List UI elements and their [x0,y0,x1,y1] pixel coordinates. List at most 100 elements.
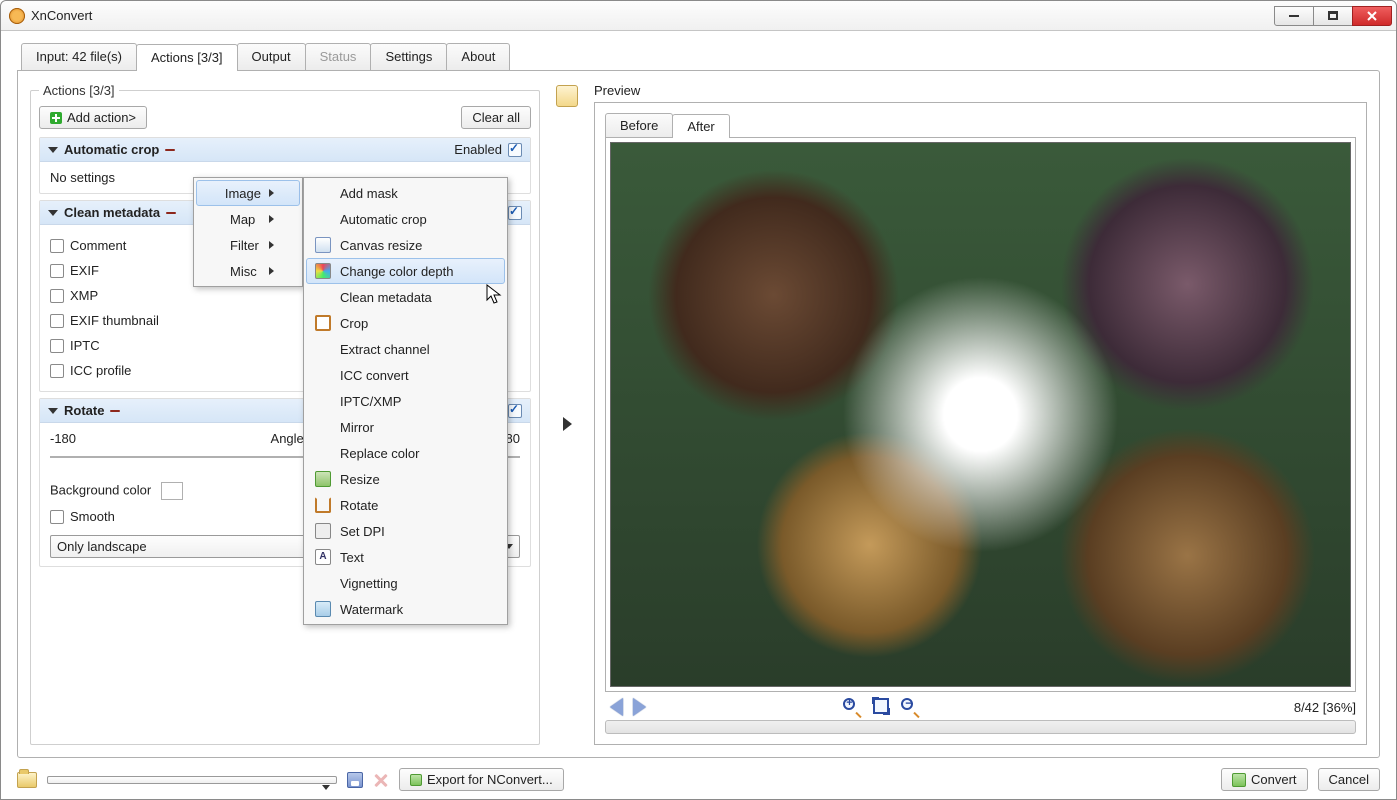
submenu-arrow-icon [269,215,274,223]
menu-filter[interactable]: Filter [196,232,300,258]
center-column [552,83,582,745]
watermark-icon [315,601,331,617]
save-preset-icon[interactable] [347,772,363,788]
menu-image[interactable]: Image [196,180,300,206]
preview-tabstrip: Before After [605,113,1356,137]
menu-resize[interactable]: Resize [306,466,505,492]
tab-status[interactable]: Status [305,43,372,70]
menu-misc[interactable]: Misc [196,258,300,284]
checkbox-icon [50,314,64,328]
menu-automatic-crop[interactable]: Automatic crop [306,206,505,232]
angle-label: Angle [271,431,304,446]
preview-scrollbar[interactable] [605,720,1356,734]
menu-add-mask[interactable]: Add mask [306,180,505,206]
tab-before[interactable]: Before [605,113,673,137]
preview-status: 8/42 [36%] [1294,700,1356,715]
menu-extract-channel[interactable]: Extract channel [306,336,505,362]
preview-toolbar: 8/42 [36%] [605,692,1356,716]
remove-action-icon[interactable] [165,149,175,151]
open-preset-icon[interactable] [17,772,37,788]
checkbox-icon [50,510,64,524]
image-preview-icon[interactable] [556,85,578,107]
remove-action-icon[interactable] [166,212,176,214]
checkbox-icon [50,289,64,303]
minimize-button[interactable] [1274,6,1314,26]
menu-rotate[interactable]: Rotate [306,492,505,518]
maximize-button[interactable] [1313,6,1353,26]
image-submenu: Add mask Automatic crop Canvas resize Ch… [303,177,508,625]
menu-text[interactable]: Text [306,544,505,570]
bg-color-label: Background color [50,482,151,497]
convert-button[interactable]: Convert [1221,768,1308,791]
checkbox-icon [50,339,64,353]
panel-title: Rotate [64,403,104,418]
menu-vignetting[interactable]: Vignetting [306,570,505,596]
apply-arrow-icon[interactable] [563,417,572,431]
zoom-out-button[interactable] [901,698,919,716]
dpi-icon [315,523,331,539]
chevron-down-icon [48,210,58,216]
actions-legend: Actions [3/3] [39,83,119,98]
bottom-bar: Export for NConvert... Convert Cancel [17,758,1380,791]
tab-actions[interactable]: Actions [3/3] [136,44,238,71]
add-action-label: Add action> [67,110,136,125]
menu-clean-metadata[interactable]: Clean metadata [306,284,505,310]
submenu-arrow-icon [269,241,274,249]
menu-crop[interactable]: Crop [306,310,505,336]
panel-title: Clean metadata [64,205,160,220]
remove-action-icon[interactable] [110,410,120,412]
convert-icon [1232,773,1246,787]
menu-mirror[interactable]: Mirror [306,414,505,440]
tab-content: Actions [3/3] Add action> Clear all Auto… [17,70,1380,758]
text-icon [315,549,331,565]
canvas-icon [315,237,331,253]
title-bar: XnConvert [1,1,1396,31]
menu-icc-convert[interactable]: ICC convert [306,362,505,388]
close-button[interactable] [1352,6,1392,26]
color-depth-icon [315,263,331,279]
submenu-arrow-icon [269,267,274,275]
preview-image[interactable] [610,142,1351,687]
add-action-button[interactable]: Add action> [39,106,147,129]
preview-box: Before After 8/42 [36%] [594,102,1367,745]
window-buttons [1275,6,1392,26]
menu-change-color-depth[interactable]: Change color depth [306,258,505,284]
clear-all-button[interactable]: Clear all [461,106,531,129]
menu-watermark[interactable]: Watermark [306,596,505,622]
tab-output[interactable]: Output [237,43,306,70]
rotate-min: -180 [50,431,76,446]
prev-image-button[interactable] [605,698,623,716]
menu-replace-color[interactable]: Replace color [306,440,505,466]
preview-area: Preview Before After [594,83,1367,745]
enabled-checkbox[interactable] [508,206,522,220]
tab-settings[interactable]: Settings [370,43,447,70]
bg-color-swatch[interactable] [161,482,183,500]
menu-set-dpi[interactable]: Set DPI [306,518,505,544]
preset-combo[interactable] [47,776,337,784]
menu-canvas-resize[interactable]: Canvas resize [306,232,505,258]
resize-icon [315,471,331,487]
next-image-button[interactable] [633,698,651,716]
tab-about[interactable]: About [446,43,510,70]
delete-preset-icon[interactable] [373,772,389,788]
panel-header[interactable]: Automatic crop Enabled [40,138,530,162]
checkbox-icon [50,239,64,253]
tab-input[interactable]: Input: 42 file(s) [21,43,137,70]
enabled-checkbox[interactable] [508,404,522,418]
panel-title: Automatic crop [64,142,159,157]
preview-title: Preview [594,83,1367,98]
menu-map[interactable]: Map [196,206,300,232]
cancel-button[interactable]: Cancel [1318,768,1380,791]
window-title: XnConvert [31,8,92,23]
enabled-label: Enabled [454,142,502,157]
zoom-in-button[interactable] [843,698,861,716]
add-action-menu: Image Map Filter Misc [193,177,303,287]
crop-icon [315,315,331,331]
checkbox-icon [50,264,64,278]
export-icon [410,774,422,786]
menu-iptc-xmp[interactable]: IPTC/XMP [306,388,505,414]
zoom-fit-button[interactable] [873,698,889,714]
enabled-checkbox[interactable] [508,143,522,157]
export-nconvert-button[interactable]: Export for NConvert... [399,768,564,791]
tab-after[interactable]: After [672,114,729,138]
